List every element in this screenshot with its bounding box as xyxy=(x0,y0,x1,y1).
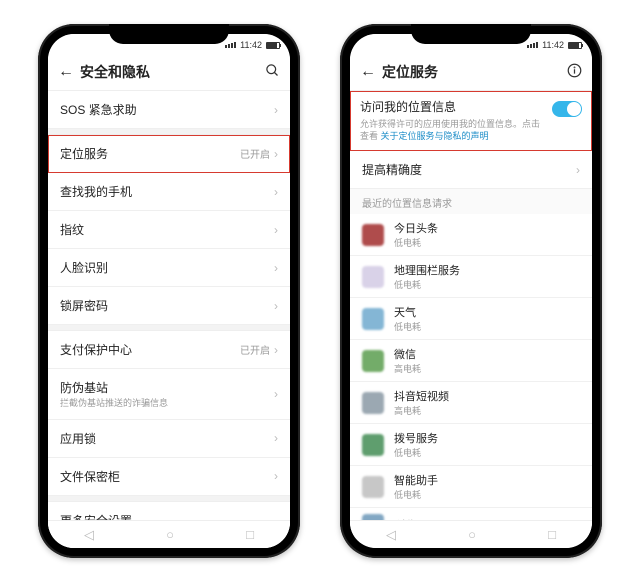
row-applock[interactable]: 应用锁 › xyxy=(48,420,290,458)
row-sos[interactable]: SOS 紧急求助 › xyxy=(48,91,290,129)
location-access-toggle[interactable] xyxy=(552,101,582,117)
signal-icon xyxy=(527,42,538,48)
row-value: 已开启 xyxy=(240,342,270,357)
app-power: 低电耗 xyxy=(394,278,580,291)
nav-recent-icon[interactable]: □ xyxy=(548,527,556,542)
header: ← 安全和隐私 xyxy=(48,56,290,91)
row-face[interactable]: 人脸识别 › xyxy=(48,249,290,287)
nav-back-icon[interactable]: ◁ xyxy=(386,527,396,543)
chevron-right-icon: › xyxy=(274,431,278,445)
row-label: 定位服务 xyxy=(60,145,240,162)
access-title: 访问我的位置信息 xyxy=(360,99,546,115)
app-name: 拨号服务 xyxy=(394,430,580,446)
app-row[interactable]: 拨号服务低电耗 xyxy=(350,424,592,466)
header: ← 定位服务 xyxy=(350,56,592,91)
row-fingerprint[interactable]: 指纹 › xyxy=(48,211,290,249)
battery-icon xyxy=(266,42,280,49)
row-accuracy[interactable]: 提高精确度 › xyxy=(350,151,592,189)
row-payment-protect[interactable]: 支付保护中心 已开启 › xyxy=(48,331,290,369)
app-name: 抖音短视频 xyxy=(394,388,580,404)
app-icon xyxy=(362,350,384,372)
signal-icon xyxy=(225,42,236,48)
app-row[interactable]: 微信高电耗 xyxy=(350,340,592,382)
search-icon[interactable] xyxy=(262,63,280,81)
app-name: 地理围栏服务 xyxy=(394,262,580,278)
app-icon xyxy=(362,434,384,456)
chevron-right-icon: › xyxy=(274,343,278,357)
chevron-right-icon: › xyxy=(274,223,278,237)
app-icon xyxy=(362,224,384,246)
row-lock-password[interactable]: 锁屏密码 › xyxy=(48,287,290,325)
chevron-right-icon: › xyxy=(274,299,278,313)
row-label: 支付保护中心 xyxy=(60,341,240,358)
row-label: 文件保密柜 xyxy=(60,468,274,485)
location-access-card: 访问我的位置信息 允许获得许可的应用使用我的位置信息。点击查看 关于定位服务与隐… xyxy=(350,91,592,151)
row-label: 防伪基站 xyxy=(60,379,274,396)
access-link[interactable]: 关于定位服务与隐私的声明 xyxy=(381,131,489,141)
app-power: 低电耗 xyxy=(394,320,580,333)
app-name: 今日头条 xyxy=(394,220,580,236)
nav-back-icon[interactable]: ◁ xyxy=(84,527,94,543)
app-power: 低电耗 xyxy=(394,236,580,249)
chevron-right-icon: › xyxy=(274,147,278,161)
phone-security: 11:42 ← 安全和隐私 SOS 紧急求助 › 定位服务 已开启 xyxy=(38,24,300,558)
app-icon xyxy=(362,392,384,414)
row-location-services[interactable]: 定位服务 已开启 › xyxy=(48,135,290,173)
chevron-right-icon: › xyxy=(274,261,278,275)
app-icon xyxy=(362,266,384,288)
battery-icon xyxy=(568,42,582,49)
nav-bar: ◁ ○ □ xyxy=(350,520,592,548)
nav-home-icon[interactable]: ○ xyxy=(468,527,476,542)
row-label: 查找我的手机 xyxy=(60,183,274,200)
phone-location: 11:42 ← 定位服务 访问我的位置信息 允许获得许可的应用使用我的位置信息。… xyxy=(340,24,602,558)
status-time: 11:42 xyxy=(240,40,262,50)
nav-bar: ◁ ○ □ xyxy=(48,520,290,548)
app-row[interactable]: 智能助手低电耗 xyxy=(350,466,592,508)
nav-home-icon[interactable]: ○ xyxy=(166,527,174,542)
nav-recent-icon[interactable]: □ xyxy=(246,527,254,542)
settings-list: SOS 紧急求助 › 定位服务 已开启 › 查找我的手机 › 指纹 › xyxy=(48,91,290,548)
notch xyxy=(411,24,531,44)
chevron-right-icon: › xyxy=(576,163,580,177)
chevron-right-icon: › xyxy=(274,185,278,199)
app-name: 天气 xyxy=(394,304,580,320)
chevron-right-icon: › xyxy=(274,469,278,483)
app-list: 今日头条低电耗地理围栏服务低电耗天气低电耗微信高电耗抖音短视频高电耗拨号服务低电… xyxy=(350,214,592,543)
chevron-right-icon: › xyxy=(274,103,278,117)
row-value: 已开启 xyxy=(240,146,270,161)
back-icon[interactable]: ← xyxy=(360,63,378,81)
row-sub: 拦截伪基站推送的诈骗信息 xyxy=(60,398,274,409)
row-label: 提高精确度 xyxy=(362,161,576,178)
row-label: 应用锁 xyxy=(60,430,274,447)
app-icon xyxy=(362,476,384,498)
app-name: 微信 xyxy=(394,346,580,362)
row-find-phone[interactable]: 查找我的手机 › xyxy=(48,173,290,211)
app-row[interactable]: 抖音短视频高电耗 xyxy=(350,382,592,424)
row-label: 人脸识别 xyxy=(60,259,274,276)
row-filevault[interactable]: 文件保密柜 › xyxy=(48,458,290,496)
notch xyxy=(109,24,229,44)
app-power: 低电耗 xyxy=(394,488,580,501)
row-label: SOS 紧急求助 xyxy=(60,101,274,118)
status-time: 11:42 xyxy=(542,40,564,50)
app-icon xyxy=(362,308,384,330)
page-title: 安全和隐私 xyxy=(76,62,262,82)
app-name: 智能助手 xyxy=(394,472,580,488)
info-icon[interactable] xyxy=(564,63,582,81)
section-title: 最近的位置信息请求 xyxy=(350,189,592,214)
app-power: 低电耗 xyxy=(394,446,580,459)
row-label: 锁屏密码 xyxy=(60,297,274,314)
chevron-right-icon: › xyxy=(274,387,278,401)
app-power: 高电耗 xyxy=(394,362,580,375)
row-label: 指纹 xyxy=(60,221,274,238)
app-row[interactable]: 地理围栏服务低电耗 xyxy=(350,256,592,298)
page-title: 定位服务 xyxy=(378,62,564,82)
app-power: 高电耗 xyxy=(394,404,580,417)
app-row[interactable]: 天气低电耗 xyxy=(350,298,592,340)
back-icon[interactable]: ← xyxy=(58,63,76,81)
app-row[interactable]: 今日头条低电耗 xyxy=(350,214,592,256)
row-antifake[interactable]: 防伪基站 拦截伪基站推送的诈骗信息 › xyxy=(48,369,290,420)
